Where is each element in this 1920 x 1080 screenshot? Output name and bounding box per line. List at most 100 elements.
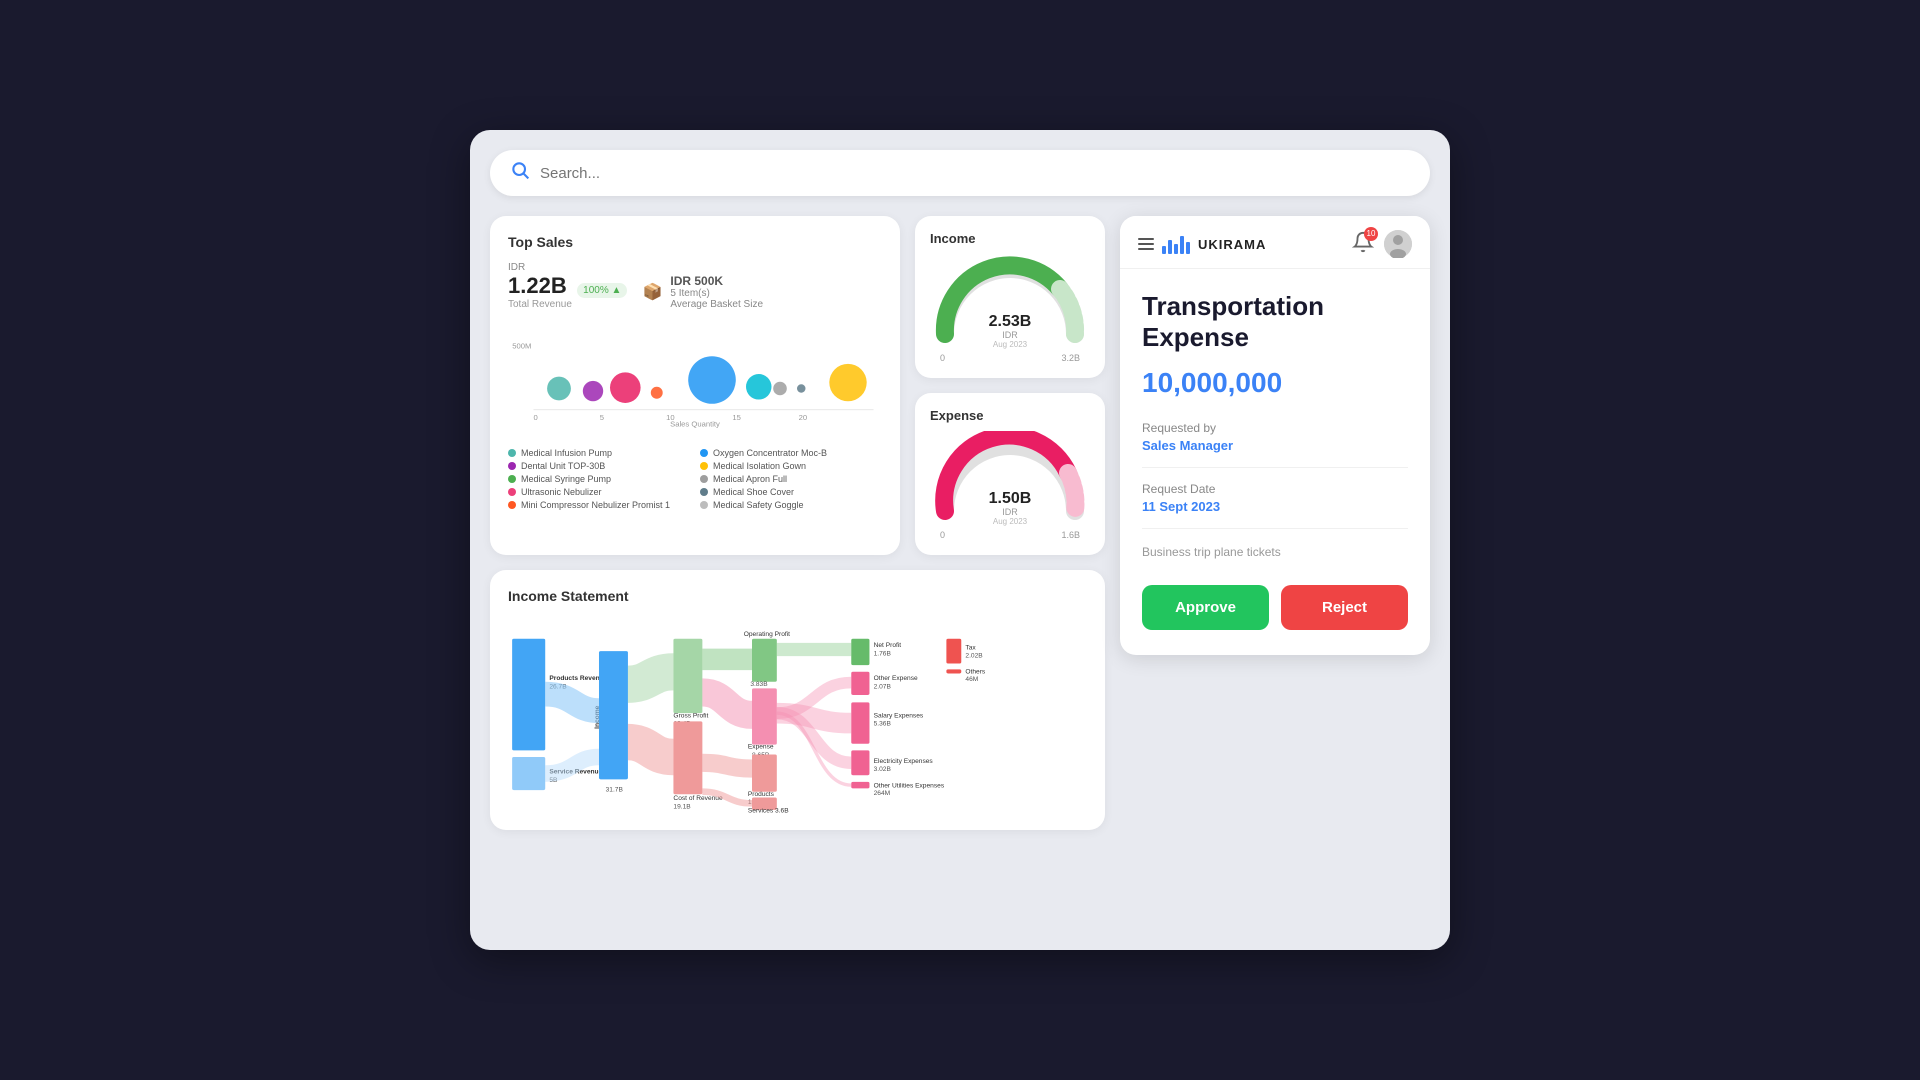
sankey-products-block [752,755,777,792]
legend-item-10: Medical Safety Goggle [700,500,882,510]
avatar[interactable] [1384,230,1412,258]
expense-gauge-card: Expense 1.50B IDR Aug [915,393,1105,555]
svg-text:Electricity Expenses: Electricity Expenses [874,758,934,765]
expense-max: 1.6B [1061,530,1080,540]
svg-text:Products: Products [748,791,775,798]
gauge-column: Income 2.53B IDR Aug 2 [915,216,1105,555]
svg-text:IDR: IDR [1002,330,1018,340]
legend-dot-5 [508,501,516,509]
hamburger-icon[interactable] [1138,238,1154,250]
legend-dot-3 [508,475,516,483]
sankey-op-profit [752,639,777,682]
legend-item-3: Medical Syringe Pump [508,474,690,484]
svg-text:46M: 46M [965,676,978,683]
x-tick-0: 0 [534,413,538,422]
svg-text:Salary Expenses: Salary Expenses [874,712,924,719]
expense-gauge-title: Expense [930,408,1090,423]
sankey-gross-profit [673,639,702,713]
legend-grid: Medical Infusion Pump Oxygen Concentrato… [508,448,882,510]
income-title: Income [930,231,1090,246]
sankey-products-revenue [512,639,545,751]
expense-min: 0 [940,530,945,540]
y-axis-label: 500M [512,342,531,351]
legend-dot-4 [508,488,516,496]
expense-description: Business trip plane tickets [1142,543,1408,561]
revenue-amount: 1.22B 100% ▲ [508,273,627,299]
divider-2 [1142,528,1408,529]
bubble-2 [583,381,603,401]
sankey-salary [851,702,869,743]
svg-text:Expense: Expense [748,744,774,751]
expense-amount: 10,000,000 [1142,367,1408,399]
legend-dot-9 [700,488,708,496]
revenue-left: IDR 1.22B 100% ▲ Total Revenue [508,262,627,310]
requested-by-section: Requested by Sales Manager [1142,421,1408,453]
legend-label-2: Dental Unit TOP-30B [521,461,605,471]
svg-text:2.02B: 2.02B [965,653,983,660]
sankey-expense-block [752,688,777,744]
svg-text:2.53B: 2.53B [989,313,1032,330]
legend-dot-1 [508,449,516,457]
income-gauge-svg: 2.53B IDR Aug 2023 [930,254,1090,349]
expense-gauge-svg: 1.50B IDR Aug 2023 [930,431,1090,526]
notification-button[interactable]: 10 [1352,231,1374,258]
sankey-income [599,651,628,779]
svg-text:31.7B: 31.7B [606,787,624,794]
top-row: Top Sales IDR 1.22B 100% ▲ Total Revenue [490,216,1105,555]
sankey-cost [673,721,702,794]
legend-label-8: Medical Apron Full [713,474,787,484]
bubble-4 [651,387,663,399]
svg-text:1.76B: 1.76B [874,650,892,657]
svg-text:Other Utilities Expenses: Other Utilities Expenses [874,783,945,790]
requested-by-label: Requested by [1142,421,1408,435]
search-icon [510,160,530,186]
total-revenue-label: Total Revenue [508,299,627,310]
expense-header-left: UKIRAMA [1138,234,1266,254]
legend-dot-2 [508,462,516,470]
svg-text:Services 3.6B: Services 3.6B [748,807,789,814]
legend-label-5: Mini Compressor Nebulizer Promist 1 [521,500,670,510]
income-statement-card: Income Statement Products Revenue 26.7B … [490,570,1105,830]
svg-text:3.83B: 3.83B [750,681,768,688]
request-date-value: 11 Sept 2023 [1142,499,1408,514]
search-bar [490,150,1430,196]
bubble-1 [547,377,571,401]
legend-item-1: Medical Infusion Pump [508,448,690,458]
legend-label-9: Medical Shoe Cover [713,487,794,497]
reject-button[interactable]: Reject [1281,585,1408,630]
legend-label-1: Medical Infusion Pump [521,448,612,458]
svg-text:Other Expense: Other Expense [874,675,918,682]
svg-text:1.50B: 1.50B [989,490,1032,507]
search-input[interactable] [540,165,1410,182]
svg-text:IDR: IDR [1002,507,1018,517]
bubble-3 [610,372,641,403]
x-tick-20: 20 [799,413,808,422]
legend-item-8: Medical Apron Full [700,474,882,484]
legend-dot-6 [700,449,708,457]
sankey-diagram: Products Revenue 26.7B Service Revenue 5… [508,616,1087,830]
sankey-net-profit [851,639,869,665]
legend-item-4: Ultrasonic Nebulizer [508,487,690,497]
svg-text:Tax: Tax [965,644,976,651]
avg-label: Average Basket Size [670,299,763,310]
revenue-badge: 100% ▲ [577,283,627,298]
expense-title: Transportation Expense [1142,291,1408,353]
request-date-section: Request Date 11 Sept 2023 [1142,482,1408,514]
x-axis-title: Sales Quantity [670,420,720,429]
bubble-6 [746,374,772,400]
svg-text:Others: Others [965,668,986,675]
expense-header-right: 10 [1352,230,1412,258]
requested-by-value: Sales Manager [1142,438,1408,453]
main-content: Top Sales IDR 1.22B 100% ▲ Total Revenue [490,216,1430,830]
legend-dot-10 [700,501,708,509]
bubble-chart: 500M 0 5 10 15 20 Sales Quantity [508,320,882,440]
brand-name: UKIRAMA [1198,237,1266,252]
avg-amount: IDR 500K [670,274,763,288]
approve-button[interactable]: Approve [1142,585,1269,630]
top-sales-title: Top Sales [508,234,882,250]
legend-label-7: Medical Isolation Gown [713,461,806,471]
svg-text:5.36B: 5.36B [874,721,892,728]
brand-bars-icon [1162,234,1190,254]
legend-label-4: Ultrasonic Nebulizer [521,487,602,497]
sankey-tax [946,639,961,664]
